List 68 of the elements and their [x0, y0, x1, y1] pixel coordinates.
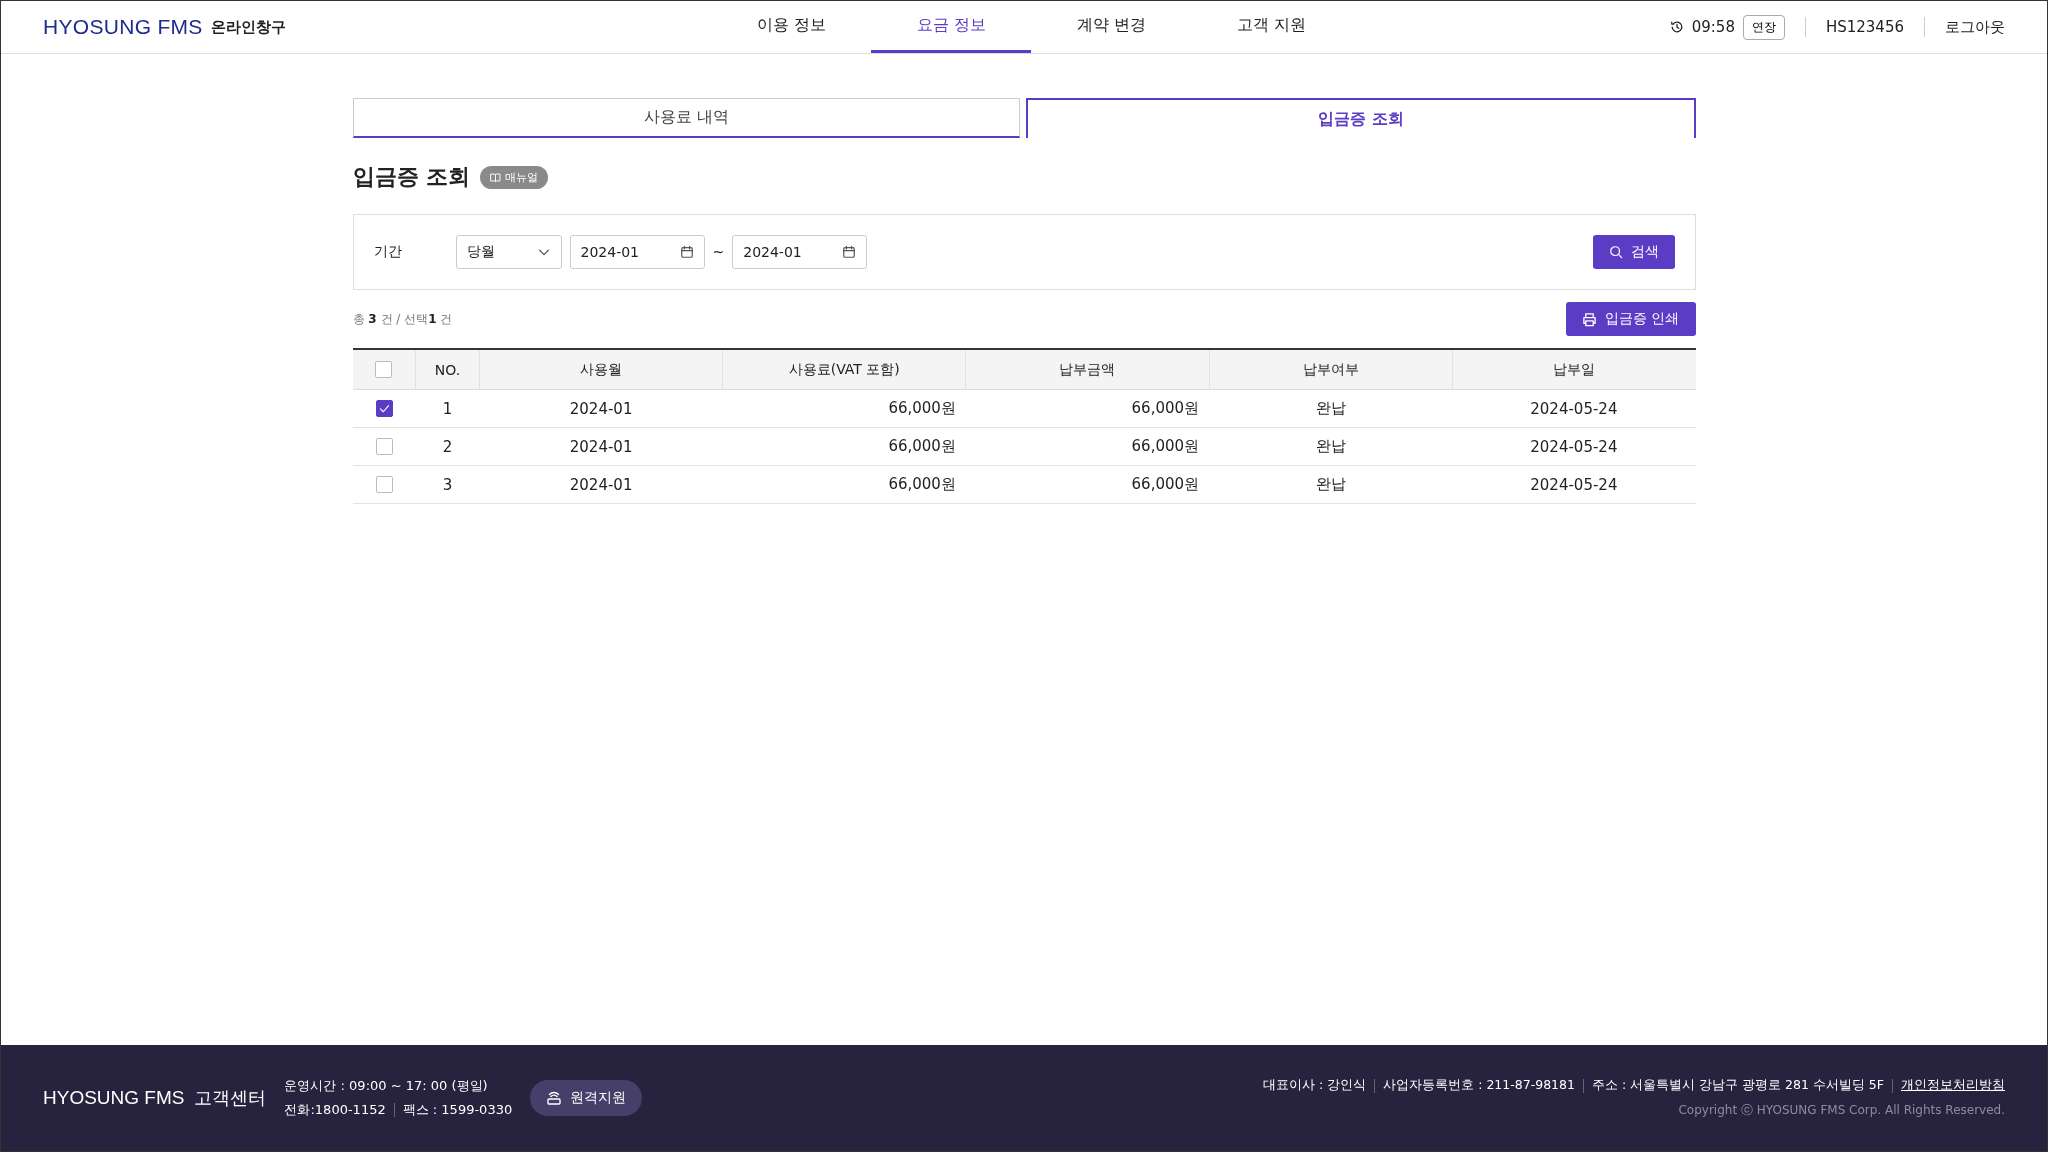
company-info: 주소 : 서울특별시 강남구 광평로 281 수서빌딩 5F [1591, 1077, 1884, 1094]
column-header: NO. [415, 349, 480, 390]
logo[interactable]: HYOSUNG FMS [43, 15, 203, 39]
router-icon [546, 1090, 563, 1106]
table-cell: 2024-05-24 [1452, 389, 1696, 428]
column-header: 납부금액 [965, 349, 1210, 390]
table-cell: 66,000원 [965, 427, 1210, 466]
nav-item[interactable]: 고객 지원 [1191, 1, 1352, 53]
session-time: 09:58 [1691, 18, 1735, 36]
extend-button[interactable]: 연장 [1742, 14, 1785, 40]
service-name: 온라인창구 [210, 17, 286, 37]
remote-support-button[interactable]: 원격지원 [530, 1080, 643, 1116]
filter-label: 기간 [373, 243, 403, 261]
calendar-icon [842, 245, 857, 259]
table-cell: 2 [415, 427, 480, 466]
nav-item[interactable]: 이용 정보 [711, 1, 872, 53]
row-checkbox[interactable] [375, 438, 393, 455]
privacy-policy-link[interactable]: 개인정보처리방침 [1901, 1077, 2005, 1094]
table-cell: 2024-01 [479, 427, 723, 466]
select-all-checkbox[interactable] [375, 361, 393, 378]
tab[interactable]: 사용료 내역 [352, 98, 1020, 138]
printer-icon [1582, 311, 1598, 327]
search-icon [1608, 245, 1623, 259]
table-cell: 66,000원 [722, 389, 966, 428]
search-button[interactable]: 검색 [1592, 235, 1675, 269]
calendar-icon [679, 245, 694, 259]
column-header: 사용료(VAT 포함) [722, 349, 966, 390]
nav-item[interactable]: 요금 정보 [871, 1, 1032, 53]
table-cell: 66,000원 [965, 389, 1210, 428]
table-cell: 3 [415, 465, 480, 504]
company-info: 대표이사 : 강인식 [1263, 1077, 1367, 1094]
print-button[interactable]: 입금증 인쇄 [1566, 302, 1696, 336]
book-icon [490, 171, 502, 183]
table-cell: 2024-05-24 [1452, 427, 1696, 466]
phone-number: 전화:1800-1152 [284, 1101, 386, 1119]
company-info: 사업자등록번호 : 211-87-98181 [1383, 1077, 1575, 1094]
column-header: 납부여부 [1209, 349, 1453, 390]
date-field[interactable]: 2024-01 [732, 235, 868, 269]
user-id: HS123456 [1825, 18, 1904, 36]
row-checkbox[interactable] [375, 476, 393, 493]
table-cell: 66,000원 [722, 427, 966, 466]
table-cell: 2024-01 [479, 389, 723, 428]
footer-logo: HYOSUNG FMS [43, 1087, 185, 1109]
table-cell: 66,000원 [965, 465, 1210, 504]
table-cell: 완납 [1209, 465, 1453, 504]
nav-item[interactable]: 계약 변경 [1031, 1, 1192, 53]
clock-icon [1669, 20, 1684, 34]
date-field[interactable]: 2024-01 [569, 235, 705, 269]
logout-link[interactable]: 로그아웃 [1945, 17, 2005, 37]
range-separator: ~ [712, 244, 725, 260]
table-cell: 완납 [1209, 389, 1453, 428]
table-cell: 66,000원 [722, 465, 966, 504]
column-header: 납부일 [1452, 349, 1696, 390]
page-title: 입금증 조회 [352, 163, 471, 191]
result-summary: 총 3 건 / 선택1 건 [352, 310, 453, 328]
fax-number: 팩스 : 1599-0330 [402, 1101, 513, 1119]
column-header: 사용월 [479, 349, 723, 390]
copyright: Copyright ⓒ HYOSUNG FMS Corp. All Rights Reserved. [1678, 1102, 2005, 1119]
check-icon [377, 402, 391, 415]
table-cell: 2024-01 [479, 465, 723, 504]
table-cell: 1 [415, 389, 480, 428]
center-name: 고객센터 [194, 1086, 267, 1110]
table-cell: 완납 [1209, 427, 1453, 466]
period-select[interactable]: 당월 [455, 235, 562, 269]
table-cell: 2024-05-24 [1452, 465, 1696, 504]
tab[interactable]: 입금증 조회 [1026, 98, 1696, 138]
row-checkbox[interactable] [375, 400, 393, 417]
operating-hours: 운영시간 : 09:00 ~ 17: 00 (평일) [284, 1077, 489, 1095]
